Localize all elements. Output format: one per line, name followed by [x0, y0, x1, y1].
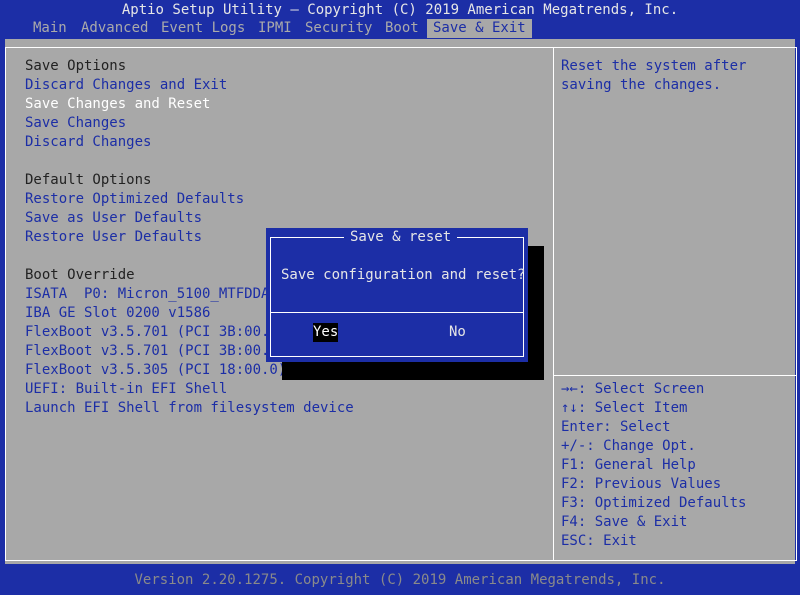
- menu-item-restore-optimized-defaults[interactable]: Restore Optimized Defaults: [25, 190, 244, 209]
- key-help-line: ↑↓: Select Item: [561, 400, 688, 416]
- key-help-line: +/-: Change Opt.: [561, 438, 696, 454]
- help-text-line: saving the changes.: [561, 77, 722, 93]
- tab-event-logs[interactable]: Event Logs: [161, 19, 245, 38]
- boot-override-item[interactable]: UEFI: Built-in EFI Shell: [25, 380, 227, 399]
- tab-save-exit[interactable]: Save & Exit: [427, 19, 532, 38]
- menu-item-restore-user-defaults[interactable]: Restore User Defaults: [25, 228, 202, 247]
- section-header-boot-override: Boot Override: [25, 267, 135, 283]
- save-reset-dialog: Save & reset Save configuration and rese…: [266, 228, 528, 362]
- boot-override-item[interactable]: IBA GE Slot 0200 v1586: [25, 304, 210, 323]
- dialog-frame: [270, 237, 524, 357]
- panel-divider-horizontal: [553, 375, 797, 376]
- menu-item-save-changes-and-reset[interactable]: Save Changes and Reset: [25, 95, 210, 114]
- tab-boot[interactable]: Boot: [385, 19, 419, 38]
- boot-override-item[interactable]: Launch EFI Shell from filesystem device: [25, 399, 354, 418]
- menu-item-discard-changes[interactable]: Discard Changes: [25, 133, 151, 152]
- dialog-message: Save configuration and reset?: [281, 267, 526, 283]
- window-title: Aptio Setup Utility – Copyright (C) 2019…: [121, 2, 679, 18]
- key-help-line: ESC: Exit: [561, 533, 637, 549]
- boot-override-item[interactable]: ISATA P0: Micron_5100_MTFDDAV: [25, 285, 278, 304]
- dialog-no-button[interactable]: No: [449, 323, 466, 342]
- dialog-separator: [270, 312, 524, 313]
- key-help-line: Enter: Select: [561, 419, 671, 435]
- section-header-default-options: Default Options: [25, 172, 152, 188]
- menu-item-save-as-user-defaults[interactable]: Save as User Defaults: [25, 209, 202, 228]
- tab-ipmi[interactable]: IPMI: [258, 19, 292, 38]
- tab-main[interactable]: Main: [33, 19, 67, 38]
- key-help-line: F4: Save & Exit: [561, 514, 688, 530]
- tab-security[interactable]: Security: [305, 19, 372, 38]
- dialog-yes-button[interactable]: Yes: [313, 323, 339, 342]
- panel-divider-vertical: [553, 47, 554, 561]
- dialog-title: Save & reset: [344, 228, 458, 247]
- menu-item-save-changes[interactable]: Save Changes: [25, 114, 126, 133]
- boot-override-item[interactable]: FlexBoot v3.5.701 (PCI 3B:00.0: [25, 323, 278, 342]
- key-help-line: →←: Select Screen: [561, 381, 705, 397]
- boot-override-item[interactable]: FlexBoot v3.5.305 (PCI 18:00.0): [25, 361, 286, 380]
- footer-version: Version 2.20.1275. Copyright (C) 2019 Am…: [134, 572, 666, 588]
- menu-item-discard-changes-and-exit[interactable]: Discard Changes and Exit: [25, 76, 227, 95]
- help-text-line: Reset the system after: [561, 58, 747, 74]
- key-help-line: F2: Previous Values: [561, 476, 722, 492]
- tab-advanced[interactable]: Advanced: [81, 19, 148, 38]
- section-header-save-options: Save Options: [25, 58, 127, 74]
- menu-bar: Main Advanced Event Logs IPMI Security B…: [0, 19, 800, 39]
- key-help-line: F3: Optimized Defaults: [561, 495, 747, 511]
- boot-override-item[interactable]: FlexBoot v3.5.701 (PCI 3B:00.1: [25, 342, 278, 361]
- key-help-line: F1: General Help: [561, 457, 696, 473]
